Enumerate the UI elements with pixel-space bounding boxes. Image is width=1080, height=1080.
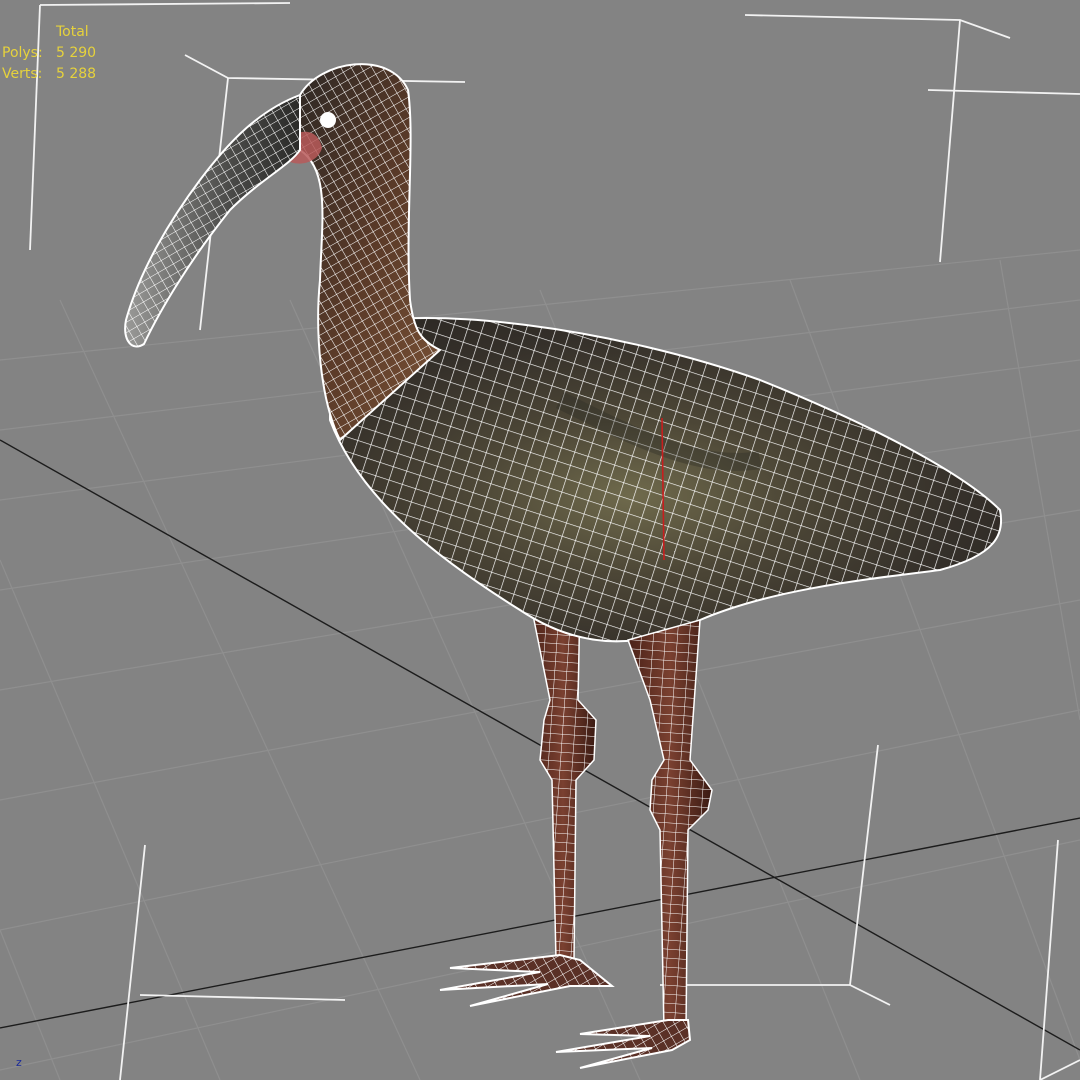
statistics-overlay: Total Polys: 5 290 Verts: 5 288 (2, 22, 96, 85)
polys-value: 5 290 (56, 45, 97, 61)
eye (320, 112, 336, 128)
polys-label: Polys: (2, 45, 43, 61)
bill-mesh[interactable] (124, 93, 301, 348)
verts-value: 5 288 (56, 66, 97, 82)
axis-tripod-label: z (16, 1056, 22, 1069)
verts-label: Verts: (2, 66, 43, 82)
perspective-viewport[interactable]: Total Polys: 5 290 Verts: 5 288 z (0, 0, 1080, 1080)
near-leg[interactable] (555, 618, 713, 1069)
body-mesh[interactable] (329, 317, 1003, 643)
stats-header: Total (56, 24, 89, 40)
stats-verts-row: Verts: 5 288 (2, 64, 96, 85)
stats-polys-row: Polys: 5 290 (2, 43, 96, 64)
viewport-canvas[interactable] (0, 0, 1080, 1080)
ibis-model[interactable] (124, 63, 1003, 1069)
